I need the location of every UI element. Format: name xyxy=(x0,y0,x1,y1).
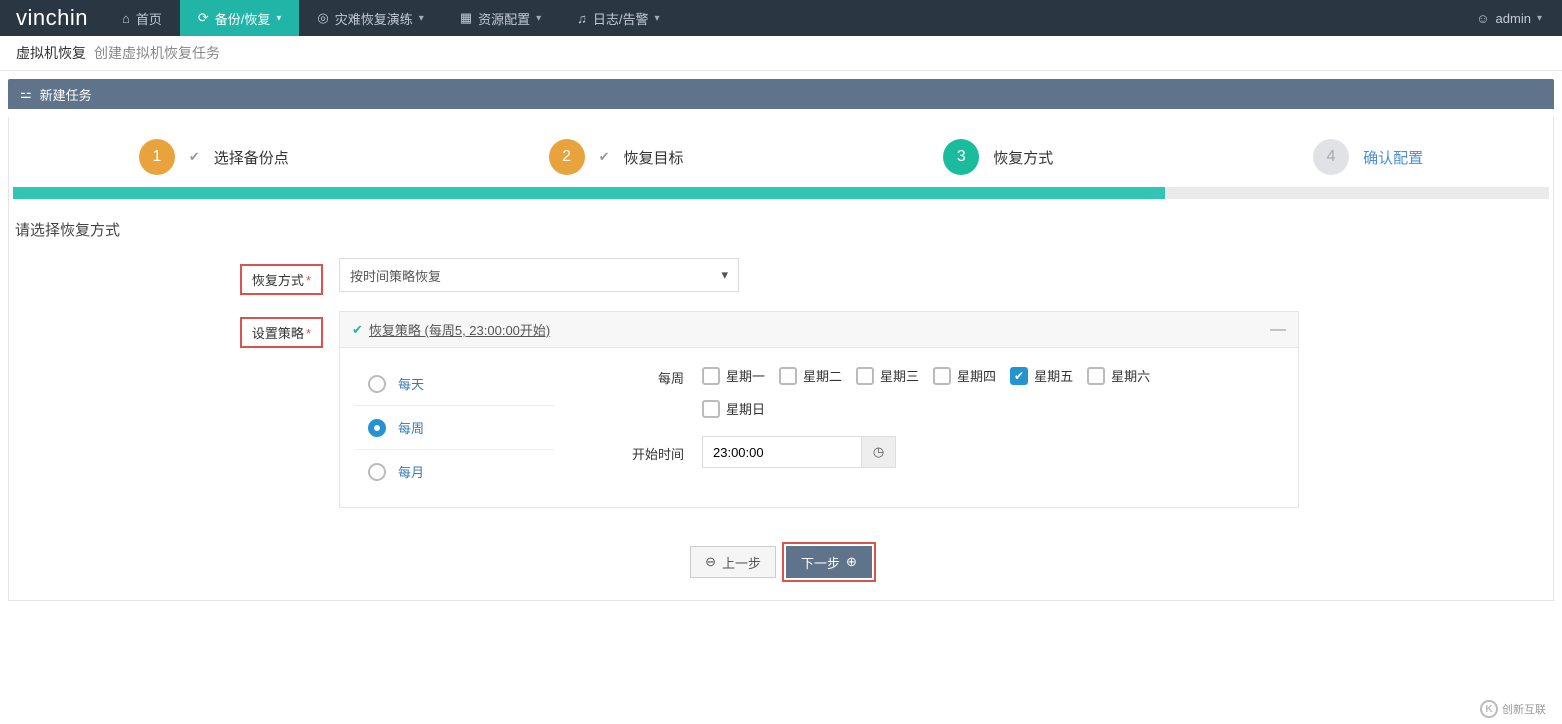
radio-checked-icon xyxy=(368,419,386,437)
collapse-icon[interactable]: — xyxy=(1270,321,1286,339)
check-icon: ✔ xyxy=(599,149,610,165)
clock-button[interactable]: ◷ xyxy=(862,436,896,468)
nav-home-label: 首页 xyxy=(136,9,162,28)
panel-header: ⚍ 新建任务 xyxy=(8,79,1554,109)
check-icon: ✔ xyxy=(352,322,363,338)
row-set-policy: 设置策略* ✔ 恢复策略 (每周5, 23:00:00开始) — 每天 xyxy=(9,303,1553,516)
chk-wed[interactable]: 星期三 xyxy=(856,366,919,385)
arrow-right-icon: ⊕ xyxy=(846,554,857,570)
grid-icon: ▦ xyxy=(460,10,472,26)
policy-header[interactable]: ✔ 恢复策略 (每周5, 23:00:00开始) — xyxy=(340,312,1298,348)
nav-resource-label: 资源配置 xyxy=(478,9,530,28)
footer-buttons: ⊖ 上一步 下一步 ⊕ xyxy=(9,516,1553,590)
freq-daily[interactable]: 每天 xyxy=(354,362,554,406)
select-value: 按时间策略恢复 xyxy=(350,266,441,285)
breadcrumb-main: 虚拟机恢复 xyxy=(16,43,86,63)
wizard-label-2: 恢复目标 xyxy=(624,147,684,168)
chk-fri[interactable]: ✔星期五 xyxy=(1010,366,1073,385)
starttime-label: 开始时间 xyxy=(594,442,684,463)
radio-icon xyxy=(368,463,386,481)
starttime-input[interactable] xyxy=(702,436,862,468)
freq-monthly[interactable]: 每月 xyxy=(354,450,554,493)
row-restore-mode: 恢复方式* 按时间策略恢复 ▾ xyxy=(9,250,1553,303)
wizard-step-4[interactable]: 4 确认配置 xyxy=(1313,139,1423,175)
cube-icon: ⚍ xyxy=(20,86,32,102)
nav-resource[interactable]: ▦ 资源配置 ▾ xyxy=(442,0,559,36)
starttime-input-group: ◷ xyxy=(702,436,896,468)
policy-detail: 每周 星期一 星期二 星期三 星期四 ✔星期五 星期六 星期日 xyxy=(554,362,1284,493)
user-icon: ☺ xyxy=(1476,11,1489,26)
wizard-progress-fill xyxy=(13,187,1165,199)
wizard-label-1: 选择备份点 xyxy=(214,147,289,168)
wizard-num-1: 1 xyxy=(139,139,175,175)
section-title: 请选择恢复方式 xyxy=(9,199,1553,250)
caret-down-icon: ▾ xyxy=(721,267,728,283)
wizard-num-3: 3 xyxy=(943,139,979,175)
week-label: 每周 xyxy=(594,366,684,387)
freq-weekly[interactable]: 每周 xyxy=(354,406,554,450)
nav-menu: ⌂ 首页 ⟳ 备份/恢复 ▾ ◎ 灾难恢复演练 ▾ ▦ 资源配置 ▾ ♫ 日志/… xyxy=(104,0,678,36)
nav-backup-label: 备份/恢复 xyxy=(215,9,271,28)
nav-log[interactable]: ♫ 日志/告警 ▾ xyxy=(559,0,677,36)
prev-button[interactable]: ⊖ 上一步 xyxy=(690,546,776,578)
next-button[interactable]: 下一步 ⊕ xyxy=(786,546,872,578)
breadcrumb-sub: 创建虚拟机恢复任务 xyxy=(94,43,220,63)
checkbox-checked-icon: ✔ xyxy=(1010,367,1028,385)
panel-title: 新建任务 xyxy=(40,85,92,104)
chk-mon[interactable]: 星期一 xyxy=(702,366,765,385)
wizard-label-3: 恢复方式 xyxy=(993,147,1053,168)
wizard-num-2: 2 xyxy=(549,139,585,175)
nav-user-name: admin xyxy=(1496,11,1531,26)
policy-box: ✔ 恢复策略 (每周5, 23:00:00开始) — 每天 每周 xyxy=(339,311,1299,508)
target-icon: ◎ xyxy=(317,10,328,26)
chk-thu[interactable]: 星期四 xyxy=(933,366,996,385)
watermark-icon: K xyxy=(1480,700,1498,718)
nav-dr[interactable]: ◎ 灾难恢复演练 ▾ xyxy=(299,0,441,36)
label-set-policy: 设置策略* xyxy=(240,317,323,348)
top-navbar: vinchin ⌂ 首页 ⟳ 备份/恢复 ▾ ◎ 灾难恢复演练 ▾ ▦ 资源配置… xyxy=(0,0,1562,36)
arrow-left-icon: ⊖ xyxy=(705,554,716,570)
policy-header-text: 恢复策略 (每周5, 23:00:00开始) xyxy=(369,320,550,339)
panel-body: 1 ✔ 选择备份点 2 ✔ 恢复目标 3 恢复方式 4 确认配置 请选择恢复方式… xyxy=(8,117,1554,601)
chevron-down-icon: ▾ xyxy=(655,13,660,24)
brand-logo: vinchin xyxy=(0,0,104,36)
wizard-progress xyxy=(13,187,1549,199)
weekday-checkboxes: 星期一 星期二 星期三 星期四 ✔星期五 星期六 星期日 xyxy=(702,366,1162,418)
nav-backup[interactable]: ⟳ 备份/恢复 ▾ xyxy=(180,0,300,36)
chk-sun[interactable]: 星期日 xyxy=(702,399,765,418)
wizard-step-1[interactable]: 1 ✔ 选择备份点 xyxy=(139,139,289,175)
clock-icon: ◷ xyxy=(873,444,884,460)
watermark: K 创新互联 xyxy=(1480,700,1546,718)
nav-home[interactable]: ⌂ 首页 xyxy=(104,0,180,36)
chevron-down-icon: ▾ xyxy=(276,13,281,24)
wizard-label-4: 确认配置 xyxy=(1363,147,1423,168)
select-restore-mode[interactable]: 按时间策略恢复 ▾ xyxy=(339,258,739,292)
chevron-down-icon: ▾ xyxy=(536,13,541,24)
bell-icon: ♫ xyxy=(577,11,587,26)
wizard-step-2[interactable]: 2 ✔ 恢复目标 xyxy=(549,139,684,175)
label-restore-mode: 恢复方式* xyxy=(240,264,323,295)
wizard-num-4: 4 xyxy=(1313,139,1349,175)
chk-tue[interactable]: 星期二 xyxy=(779,366,842,385)
radio-icon xyxy=(368,375,386,393)
policy-body: 每天 每周 每月 每周 xyxy=(340,348,1298,507)
home-icon: ⌂ xyxy=(122,11,130,26)
nav-user[interactable]: ☺ admin ▾ xyxy=(1456,0,1562,36)
chk-sat[interactable]: 星期六 xyxy=(1087,366,1150,385)
check-icon: ✔ xyxy=(189,149,200,165)
frequency-list: 每天 每周 每月 xyxy=(354,362,554,493)
nav-log-label: 日志/告警 xyxy=(593,9,649,28)
chevron-down-icon: ▾ xyxy=(1537,13,1542,24)
nav-dr-label: 灾难恢复演练 xyxy=(335,9,413,28)
refresh-icon: ⟳ xyxy=(198,10,209,26)
wizard-step-3[interactable]: 3 恢复方式 xyxy=(943,139,1053,175)
chevron-down-icon: ▾ xyxy=(419,13,424,24)
wizard: 1 ✔ 选择备份点 2 ✔ 恢复目标 3 恢复方式 4 确认配置 xyxy=(9,117,1553,187)
